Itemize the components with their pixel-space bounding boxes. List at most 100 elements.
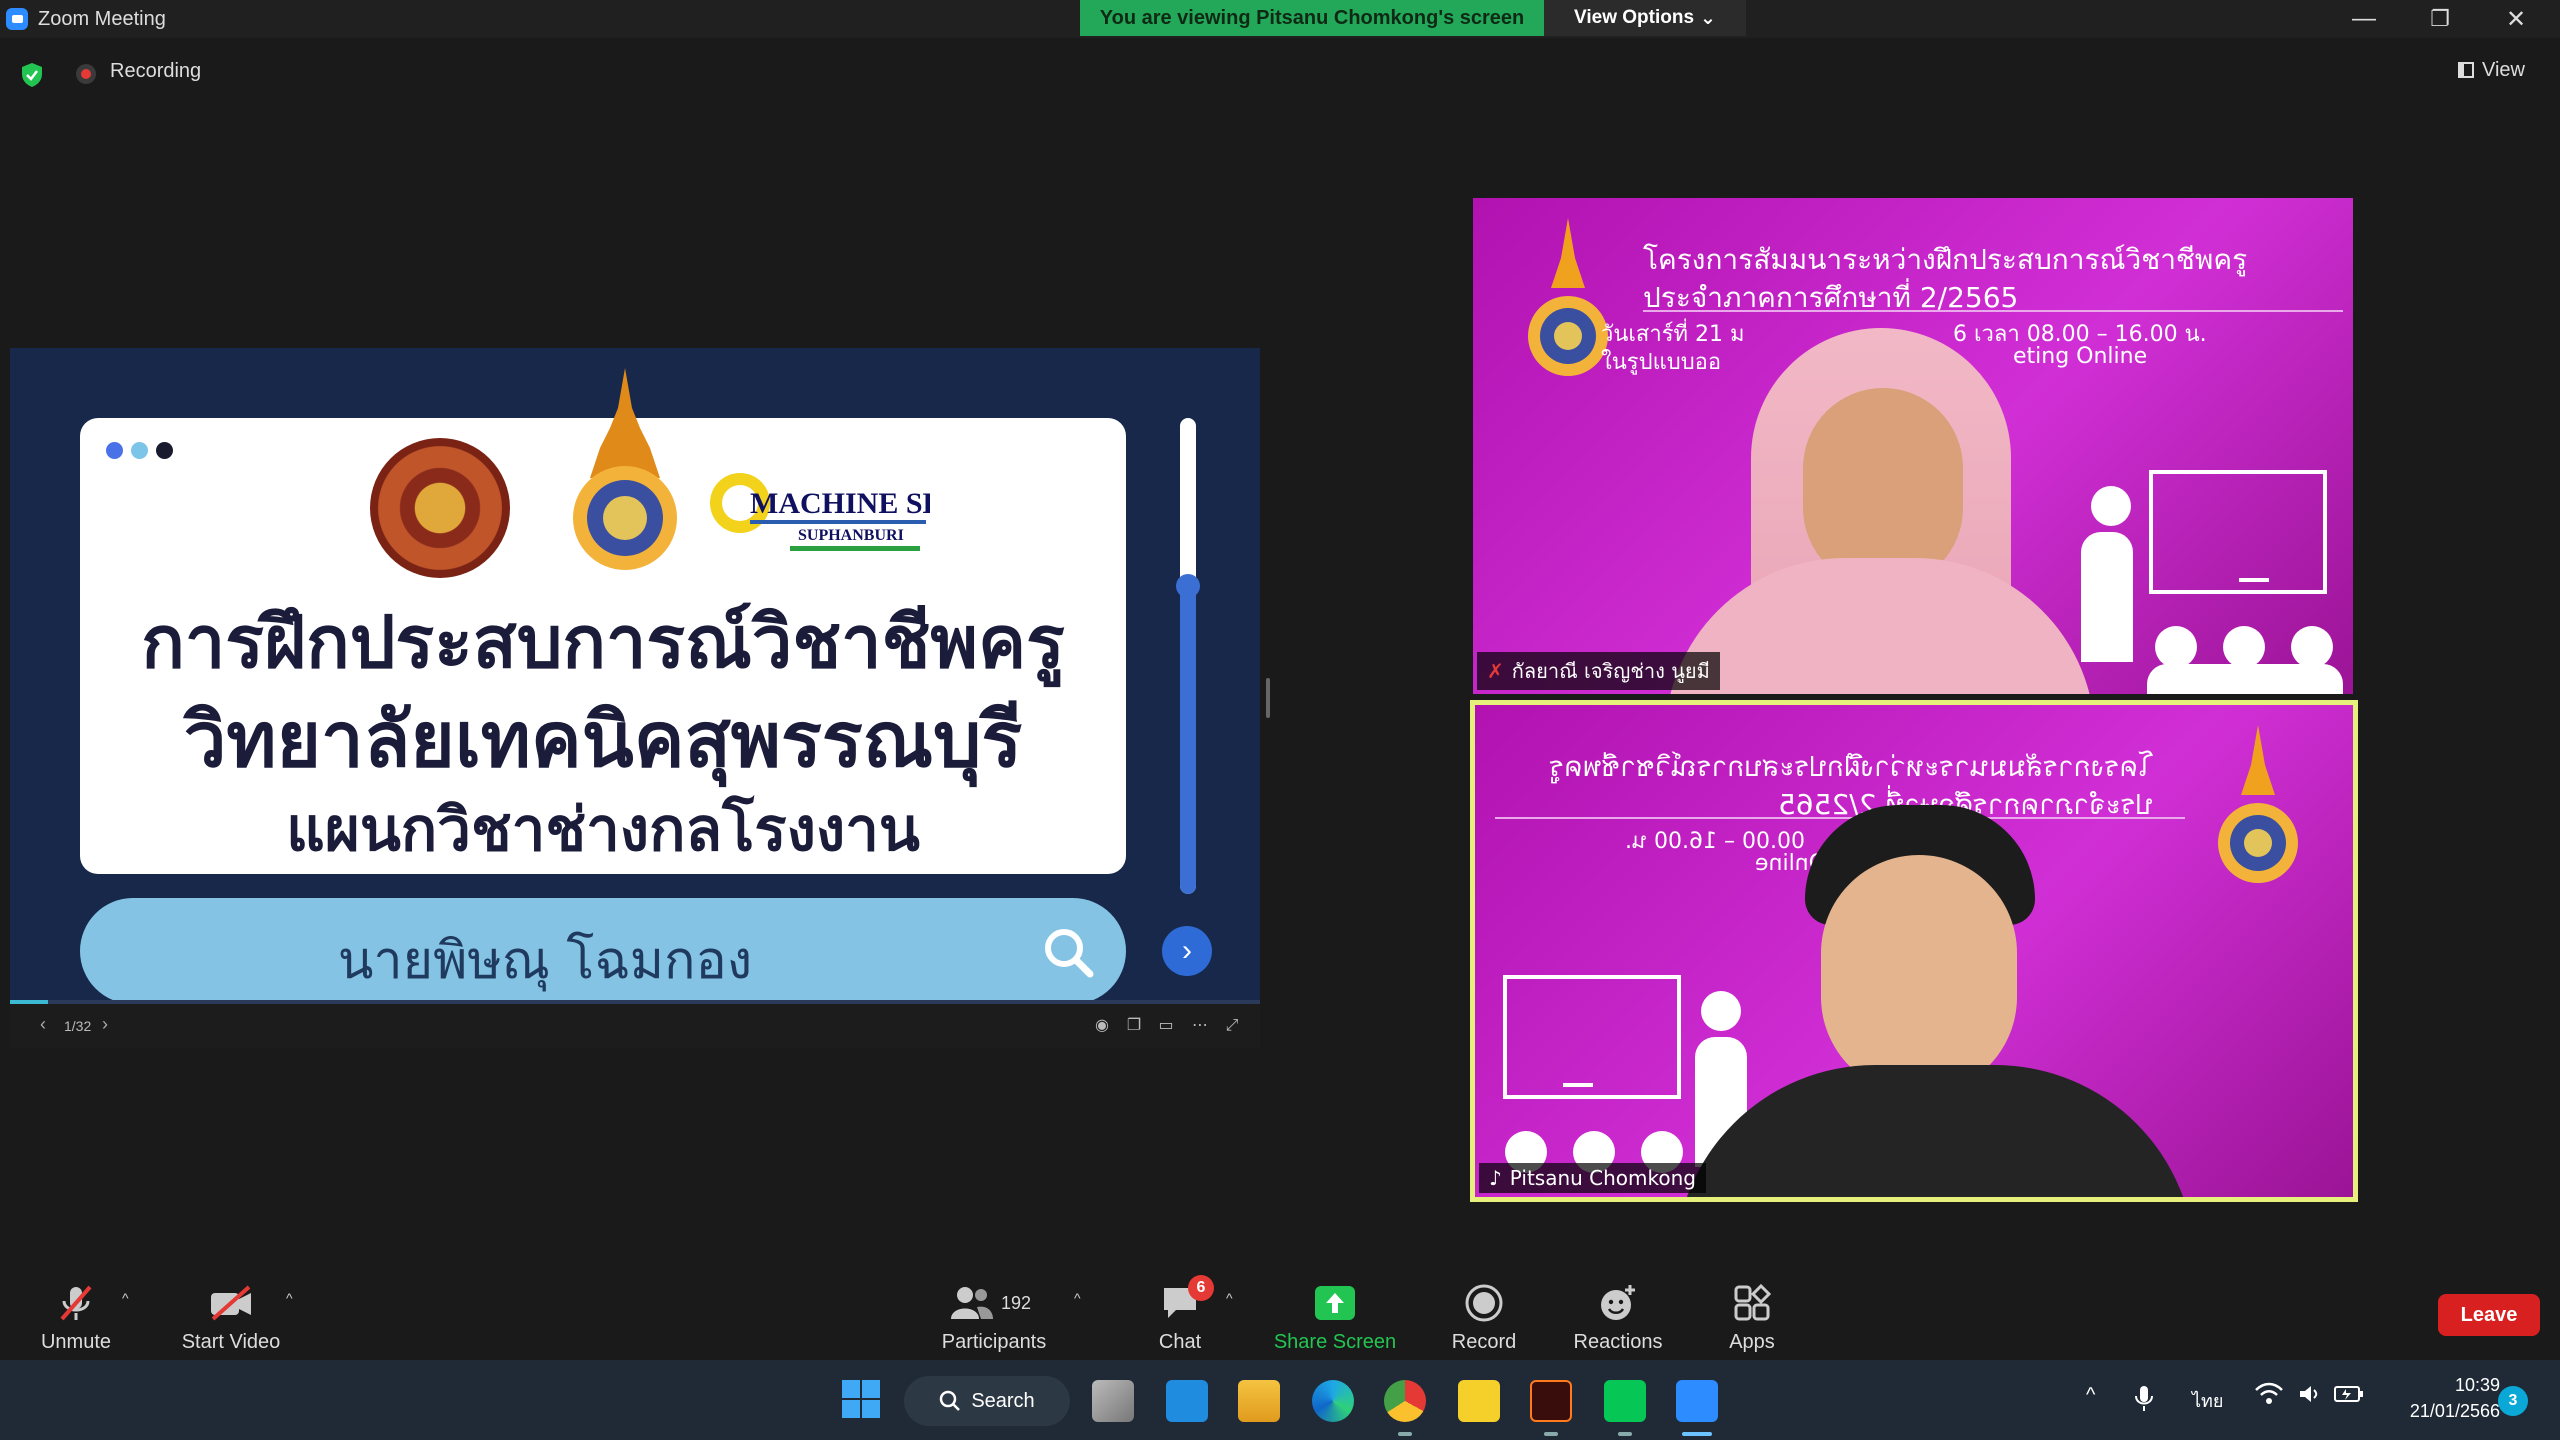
minimize-button[interactable]: — — [2326, 0, 2402, 38]
video-off-icon — [209, 1281, 253, 1325]
participants-count: 192 — [1001, 1292, 1032, 1313]
unmute-button[interactable]: Unmute — [36, 1274, 116, 1354]
suphanburi-text: SUPHANBURI — [798, 527, 904, 544]
video-options-caret[interactable]: ^ — [286, 1290, 293, 1306]
share-screen-label: Share Screen — [1273, 1331, 1397, 1353]
input-language-indicator[interactable]: ไทย — [2192, 1386, 2223, 1415]
mic-icon: ♪ — [1489, 1166, 1502, 1190]
slide-search-box: นายพิษณุ โฉมกอง — [80, 898, 1126, 1004]
chat-button[interactable]: 6 Chat — [1140, 1274, 1220, 1354]
restore-button[interactable]: ❐ — [2402, 0, 2478, 38]
line-running-indicator — [1618, 1432, 1632, 1436]
clock-date: 21/01/2566 — [2409, 1401, 2500, 1421]
fullscreen-icon[interactable]: ⤢ — [1222, 1016, 1242, 1036]
battery-icon[interactable] — [2334, 1384, 2364, 1410]
participant-name-tag: ✗ กัลยาณี เจริญช่าง นูยมี — [1477, 652, 1720, 690]
mic-muted-icon — [54, 1281, 98, 1325]
file-explorer-icon[interactable] — [1238, 1380, 1280, 1422]
windows-taskbar — [0, 1360, 2560, 1440]
slide-scroll-fill — [1180, 586, 1196, 894]
shared-screen[interactable]: MACHINE SHOP SUPHANBURI การฝึกประสบการณ์… — [10, 348, 1260, 1048]
college-emblem-logo — [1528, 218, 1608, 376]
taskbar-clock[interactable]: 10:39 21/01/2566 — [2390, 1372, 2500, 1424]
share-screen-button[interactable]: Share Screen — [1270, 1274, 1400, 1354]
participants-button[interactable]: 192 Participants — [934, 1274, 1054, 1354]
mic-muted-icon: ✗ — [1487, 659, 1504, 683]
participants-label: Participants — [941, 1331, 1047, 1353]
chat-icon: 6 — [1158, 1275, 1214, 1325]
windows-start-icon[interactable] — [840, 1378, 882, 1420]
slide-title-line3: แผนกวิชาช่างกลโรงงาน — [286, 795, 920, 865]
audio-icon[interactable]: ◉ — [1092, 1016, 1112, 1036]
microphone-tray-icon[interactable] — [2134, 1384, 2154, 1412]
participants-icon: 192 — [949, 1281, 1039, 1325]
machine-shop-logo: MACHINE SHOP SUPHANBURI — [710, 473, 930, 551]
close-button[interactable]: ✕ — [2478, 0, 2554, 38]
start-video-button[interactable]: Start Video — [176, 1274, 286, 1354]
chat-label: Chat — [1158, 1331, 1202, 1353]
unmute-label: Unmute — [40, 1331, 112, 1353]
copy-icon[interactable]: ❐ — [1124, 1016, 1144, 1036]
chrome-browser-icon[interactable] — [1384, 1380, 1426, 1422]
chrome-running-indicator — [1398, 1432, 1412, 1436]
participant-name: กัลยาณี เจริญช่าง นูยมี — [1511, 659, 1710, 683]
show-hidden-icons-button[interactable]: ^ — [2086, 1384, 2095, 1407]
edge-browser-icon[interactable] — [1312, 1380, 1354, 1422]
audio-options-caret[interactable]: ^ — [122, 1290, 129, 1306]
encryption-shield-icon[interactable] — [20, 62, 44, 88]
record-label: Record — [1451, 1331, 1517, 1353]
start-video-label: Start Video — [181, 1331, 281, 1353]
captions-icon[interactable]: ▭ — [1156, 1016, 1176, 1036]
bg-text-line4b: eting Online — [2013, 344, 2148, 369]
line-app-icon[interactable] — [1604, 1380, 1646, 1422]
wifi-icon[interactable] — [2254, 1382, 2284, 1412]
view-label: View — [2482, 58, 2525, 81]
zoom-taskbar-icon[interactable] — [1676, 1380, 1718, 1422]
apps-button[interactable]: Apps — [1712, 1274, 1792, 1354]
participants-options-caret[interactable]: ^ — [1074, 1290, 1081, 1306]
apps-label: Apps — [1729, 1331, 1775, 1353]
panel-resize-handle[interactable] — [1266, 678, 1270, 718]
bg-text-line2: ประจำภาคการศึกษาที่ 2/2565 — [1643, 281, 2019, 314]
prev-slide-button[interactable]: ‹ — [40, 1014, 46, 1035]
zoom-active-indicator — [1682, 1432, 1712, 1436]
record-icon — [1462, 1281, 1506, 1325]
slide-controls: ‹ 1/32 › ◉ ❐ ▭ ⋯ ⤢ — [10, 1004, 1260, 1048]
viewing-screen-banner: You are viewing Pitsanu Chomkong's scree… — [1080, 0, 1544, 36]
more-icon[interactable]: ⋯ — [1190, 1016, 1210, 1036]
slide-search-text: นายพิษณุ โฉมกอง — [337, 931, 753, 991]
slide-next-arrow-icon: › — [1162, 926, 1212, 976]
chat-options-caret[interactable]: ^ — [1226, 1290, 1233, 1306]
search-icon — [940, 1390, 961, 1411]
task-view-icon[interactable] — [1092, 1380, 1134, 1422]
view-options-button[interactable]: View Options ⌄ — [1544, 0, 1746, 36]
recording-label[interactable]: Recording — [110, 60, 201, 83]
illustrator-icon[interactable] — [1530, 1380, 1572, 1422]
l-app-icon[interactable] — [1166, 1380, 1208, 1422]
sticky-notes-icon[interactable] — [1458, 1380, 1500, 1422]
search-icon — [1045, 929, 1094, 978]
machine-shop-text: MACHINE SHOP — [750, 487, 930, 520]
view-layout-icon — [2458, 62, 2474, 78]
volume-icon[interactable] — [2298, 1382, 2322, 1412]
taskbar-search-label: Search — [971, 1389, 1035, 1412]
view-options-label: View Options — [1574, 7, 1695, 28]
illustrator-running-indicator — [1544, 1432, 1558, 1436]
video-tile-participant-1[interactable]: โครงการสัมมนาระหว่างฝึกประสบการณ์วิชาชีพ… — [1473, 198, 2353, 694]
next-slide-button[interactable]: › — [102, 1014, 108, 1035]
slide-page-indicator: 1/32 — [64, 1018, 92, 1034]
record-button[interactable]: Record — [1444, 1274, 1524, 1354]
reactions-button[interactable]: Reactions — [1568, 1274, 1668, 1354]
college-emblem-logo — [573, 368, 677, 570]
zoom-app-icon — [6, 8, 28, 30]
share-screen-icon — [1313, 1281, 1357, 1325]
video-tile-participant-2[interactable]: โครงการสัมมนาระหว่างฝึกประสบการณ์วิชาชีพ… — [1470, 700, 2358, 1202]
slide-card: MACHINE SHOP SUPHANBURI การฝึกประสบการณ์… — [80, 368, 1126, 874]
view-button[interactable]: View — [2458, 54, 2538, 86]
taskbar-search-button[interactable]: Search — [904, 1376, 1070, 1426]
window-title: Zoom Meeting — [38, 7, 166, 30]
leave-button[interactable]: Leave — [2438, 1294, 2540, 1336]
notification-badge[interactable]: 3 — [2498, 1386, 2528, 1416]
chevron-down-icon: ⌄ — [1700, 7, 1716, 29]
recording-icon[interactable] — [76, 64, 96, 84]
